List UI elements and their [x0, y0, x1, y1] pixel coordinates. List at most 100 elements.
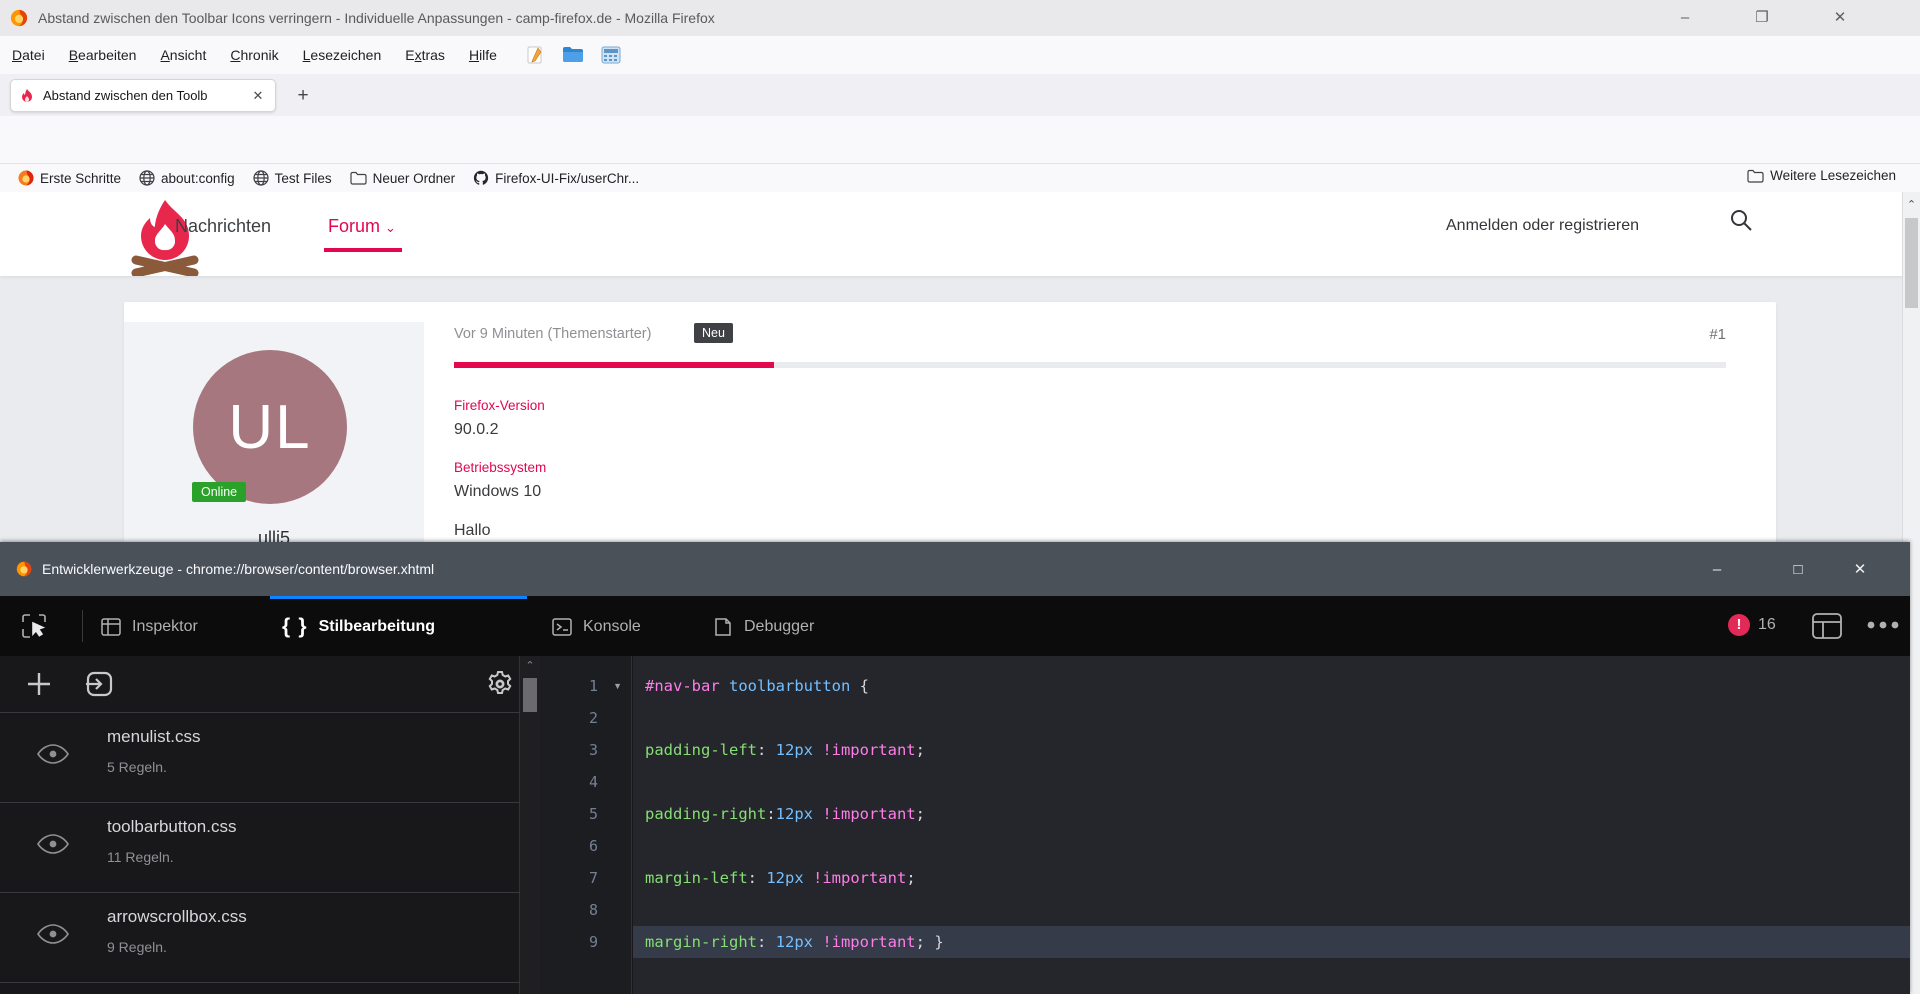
- field-value-firefox-version: 90.0.2: [454, 421, 498, 439]
- menu-bearbeiten[interactable]: Bearbeiten: [57, 41, 149, 69]
- globe-icon: [253, 170, 269, 186]
- tab-debugger[interactable]: Debugger: [712, 610, 814, 644]
- stylesheet-item-arrowscrollbox[interactable]: arrowscrollbox.css 9 Regeln.: [0, 893, 520, 983]
- bookmarks-more-button[interactable]: Weitere Lesezeichen: [1747, 168, 1896, 183]
- debugger-icon: [712, 616, 734, 638]
- visibility-eye-icon[interactable]: [36, 743, 70, 765]
- site-nav-forum[interactable]: Forum ⌄: [328, 216, 396, 237]
- window-title: Abstand zwischen den Toolbar Icons verri…: [38, 10, 715, 26]
- field-value-betriebssystem: Windows 10: [454, 483, 541, 501]
- code-line-7[interactable]: margin-left: 12px !important;: [633, 862, 1910, 894]
- tab-konsole[interactable]: Konsole: [551, 610, 641, 644]
- site-header: Nachrichten Forum ⌄ Anmelden oder regist…: [0, 192, 1920, 276]
- braces-icon: { }: [282, 615, 309, 639]
- error-badge-icon: !: [1728, 614, 1750, 636]
- post-timestamp[interactable]: Vor 9 Minuten (Themenstarter): [454, 326, 651, 342]
- devtools-toolbar: Inspektor { } Stilbearbeitung Konsole De…: [0, 596, 1910, 656]
- firefox-bookmark-icon: [18, 170, 34, 186]
- devtools-close-button[interactable]: ✕: [1837, 552, 1883, 586]
- avatar[interactable]: UL: [193, 350, 347, 504]
- tab-bar: Abstand zwischen den Toolb ✕ +: [0, 74, 1920, 116]
- code-line-1[interactable]: #nav-bar toolbarbutton {: [633, 670, 1910, 702]
- menu-datei[interactable]: Datei: [0, 41, 57, 69]
- tab-inspektor[interactable]: Inspektor: [100, 610, 198, 644]
- campfire-logo: [118, 198, 212, 276]
- field-label-betriebssystem: Betriebssystem: [454, 460, 546, 475]
- code-line-5[interactable]: padding-right:12px !important;: [633, 798, 1910, 830]
- bookmark-firefox-ui-fix[interactable]: Firefox-UI-Fix/userChr...: [473, 170, 639, 186]
- firefox-logo-icon: [16, 561, 32, 577]
- chevron-down-icon: ⌄: [385, 220, 396, 235]
- forum-active-underline: [324, 248, 402, 252]
- scrollbar-thumb[interactable]: [523, 678, 537, 712]
- window-close-button[interactable]: ✕: [1810, 0, 1870, 34]
- folder-icon: [350, 171, 367, 185]
- scrollbar-thumb[interactable]: [1905, 218, 1918, 308]
- visibility-eye-icon[interactable]: [36, 833, 70, 855]
- console-icon: [551, 616, 573, 638]
- meatball-menu-icon[interactable]: [1866, 620, 1900, 630]
- post-body-start: Hallo: [454, 522, 490, 540]
- bookmark-test-files[interactable]: Test Files: [253, 170, 332, 186]
- bookmark-erste-schritte[interactable]: Erste Schritte: [18, 170, 121, 186]
- new-tab-button[interactable]: +: [290, 83, 316, 109]
- window-maximize-button[interactable]: ❐: [1732, 0, 1792, 34]
- grid-calc-icon[interactable]: [599, 44, 623, 66]
- login-link[interactable]: Anmelden oder registrieren: [1446, 217, 1639, 235]
- devtools-minimize-button[interactable]: –: [1694, 552, 1740, 586]
- site-nav-nachrichten[interactable]: Nachrichten: [175, 216, 271, 237]
- code-line-9-current[interactable]: margin-right: 12px !important; }: [633, 926, 1910, 958]
- scrollbar-up-icon[interactable]: ⌃: [1903, 198, 1920, 211]
- bookmark-neuer-ordner[interactable]: Neuer Ordner: [350, 171, 456, 186]
- tab-favicon-flame-icon: [19, 88, 35, 104]
- devtools-active-tab-indicator: [270, 596, 527, 599]
- scrollbar-up-icon[interactable]: ⌃: [520, 658, 540, 674]
- post-divider-bar: [454, 362, 1726, 368]
- code-line-3[interactable]: padding-left: 12px !important;: [633, 734, 1910, 766]
- new-post-badge: Neu: [694, 323, 733, 343]
- window-minimize-button[interactable]: –: [1655, 0, 1715, 34]
- stylesheet-item-toolbarbutton[interactable]: toolbarbutton.css 11 Regeln.: [0, 803, 520, 893]
- options-gear-icon[interactable]: [486, 670, 514, 698]
- globe-icon: [139, 170, 155, 186]
- pick-element-icon[interactable]: [20, 610, 50, 644]
- code-gutter: 1▼ 2 3 4 5 6 7 8 9: [540, 656, 632, 994]
- menu-extras[interactable]: Extras: [393, 41, 457, 69]
- blue-folder-icon[interactable]: [561, 44, 585, 66]
- menu-bar: Datei Bearbeiten Ansicht Chronik Lesezei…: [0, 36, 1920, 74]
- devtools-titlebar: Entwicklerwerkzeuge - chrome://browser/c…: [0, 542, 1910, 596]
- site-search-icon[interactable]: [1730, 209, 1752, 231]
- post-number-link[interactable]: #1: [1709, 326, 1726, 343]
- new-stylesheet-icon[interactable]: [26, 671, 52, 697]
- fold-arrow-icon[interactable]: ▼: [613, 681, 622, 691]
- tab-active[interactable]: Abstand zwischen den Toolb ✕: [10, 79, 276, 112]
- menu-lesezeichen[interactable]: Lesezeichen: [291, 41, 394, 69]
- github-icon: [473, 170, 489, 186]
- menu-hilfe[interactable]: Hilfe: [457, 41, 509, 69]
- visibility-eye-icon[interactable]: [36, 923, 70, 945]
- field-label-firefox-version: Firefox-Version: [454, 398, 545, 413]
- toolbox-dock-icon[interactable]: [1812, 613, 1842, 639]
- bookmarks-toolbar: Erste Schritte about:config Test Files N…: [0, 164, 1920, 192]
- menu-chronik[interactable]: Chronik: [218, 41, 290, 69]
- tab-close-icon[interactable]: ✕: [249, 88, 267, 104]
- post-divider-bar-red: [454, 362, 774, 368]
- stylesheet-item-menulist[interactable]: menulist.css 5 Regeln.: [0, 713, 520, 803]
- code-editor[interactable]: #nav-bar toolbarbutton { padding-left: 1…: [633, 656, 1910, 994]
- toolbar-separator: [82, 610, 83, 642]
- screen: Abstand zwischen den Toolbar Icons verri…: [0, 0, 1920, 994]
- error-count[interactable]: ! 16: [1728, 614, 1776, 636]
- menu-ansicht[interactable]: Ansicht: [148, 41, 218, 69]
- bookmark-about-config[interactable]: about:config: [139, 170, 235, 186]
- tab-stilbearbeitung[interactable]: { } Stilbearbeitung: [282, 610, 435, 644]
- import-stylesheet-icon[interactable]: [84, 670, 114, 698]
- note-pencil-icon[interactable]: [523, 44, 547, 66]
- inspector-icon: [100, 616, 122, 638]
- styleeditor-sidebar-header: [0, 656, 520, 713]
- devtools-window: Entwicklerwerkzeuge - chrome://browser/c…: [0, 542, 1910, 994]
- firefox-logo-icon: [10, 9, 28, 27]
- tab-title: Abstand zwischen den Toolb: [43, 88, 233, 103]
- navigation-toolbar: https://www.camp-firefox.de/forum/the ✓ …: [0, 116, 1920, 164]
- devtools-maximize-button[interactable]: □: [1775, 552, 1821, 586]
- sidebar-scrollbar[interactable]: ⌃: [520, 656, 540, 994]
